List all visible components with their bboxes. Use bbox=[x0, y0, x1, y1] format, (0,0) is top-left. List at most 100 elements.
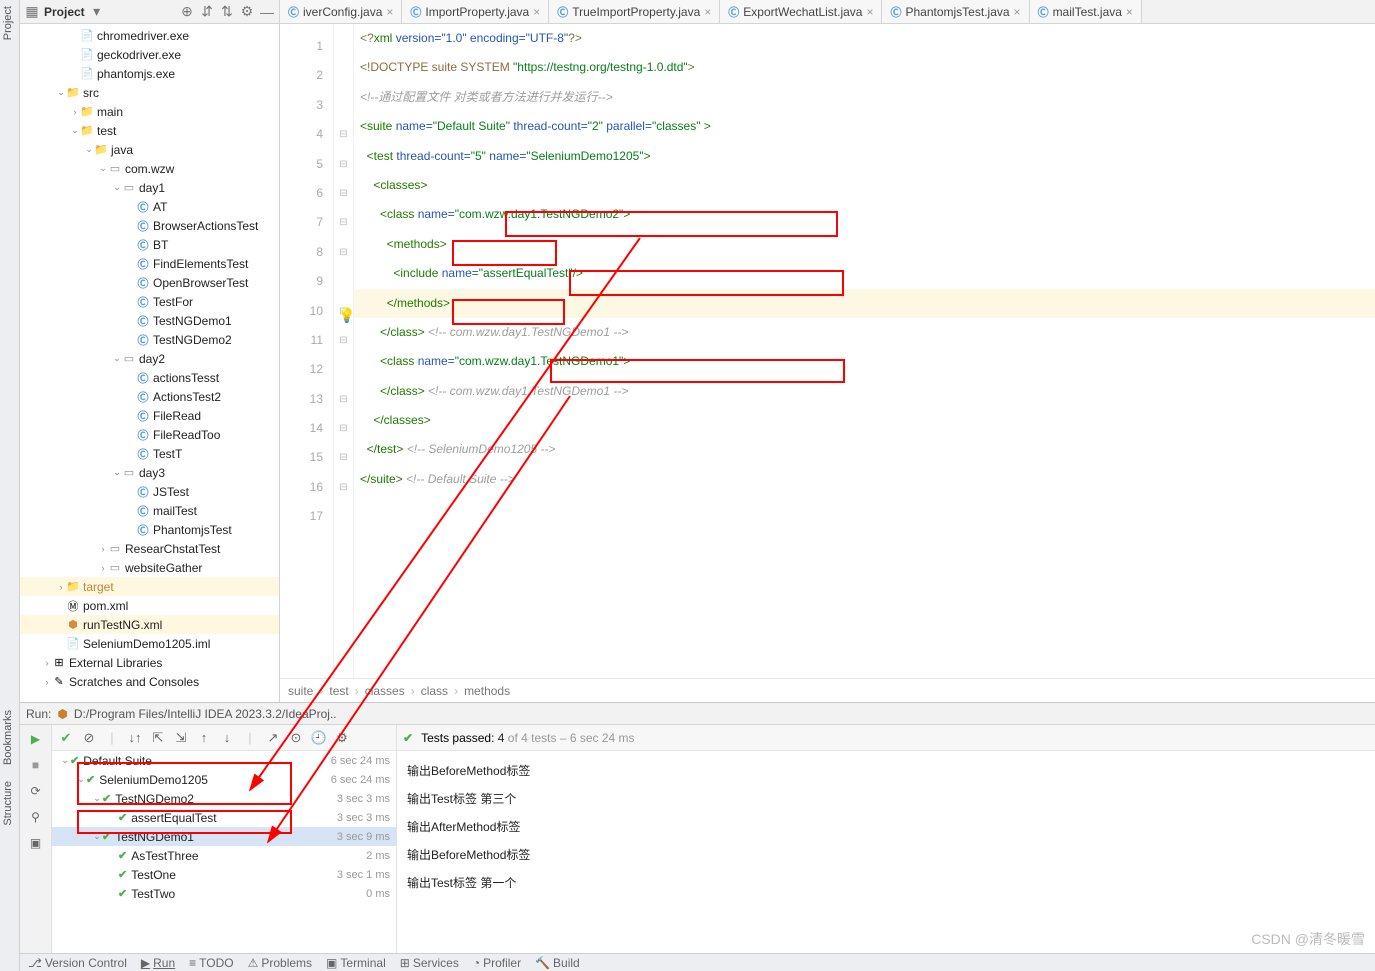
tree-item[interactable]: ›📁main bbox=[20, 102, 279, 121]
expand-icon[interactable]: ⇱ bbox=[148, 728, 168, 748]
tree-item[interactable]: ⌄▭day3 bbox=[20, 463, 279, 482]
tree-item[interactable]: ›✎Scratches and Consoles bbox=[20, 672, 279, 691]
close-icon[interactable]: × bbox=[1126, 5, 1133, 19]
test-row[interactable]: ⌄✔Default Suite6 sec 24 ms bbox=[52, 751, 396, 770]
tree-item[interactable]: ⒸTestT bbox=[20, 444, 279, 463]
bottom-tab-run[interactable]: ▶Run bbox=[141, 956, 175, 970]
close-icon[interactable]: × bbox=[704, 5, 711, 19]
show-passed-icon[interactable]: ✔ bbox=[56, 728, 76, 748]
rerun-button[interactable]: ▶ bbox=[26, 729, 46, 749]
breadcrumb-item[interactable]: methods bbox=[464, 684, 510, 698]
tree-item[interactable]: 📄chromedriver.exe bbox=[20, 26, 279, 45]
bottom-tab-terminal[interactable]: ▣Terminal bbox=[326, 956, 386, 970]
project-tree[interactable]: 📄chromedriver.exe📄geckodriver.exe📄phanto… bbox=[20, 24, 279, 702]
next-icon[interactable]: ↓ bbox=[217, 728, 237, 748]
tree-item[interactable]: ⒸFileRead bbox=[20, 406, 279, 425]
tree-item[interactable]: ⒸBT bbox=[20, 235, 279, 254]
close-icon[interactable]: × bbox=[1014, 5, 1021, 19]
tree-item[interactable]: ⒸTestNGDemo1 bbox=[20, 311, 279, 330]
test-row[interactable]: ✔assertEqualTest3 sec 3 ms bbox=[52, 808, 396, 827]
test-row[interactable]: ✔TestOne3 sec 1 ms bbox=[52, 865, 396, 884]
breadcrumb-item[interactable]: class bbox=[421, 684, 448, 698]
tree-item[interactable]: ⌄▭com.wzw bbox=[20, 159, 279, 178]
intention-bulb-icon[interactable]: 💡 bbox=[338, 301, 355, 330]
bottom-tool-bar[interactable]: ⎇Version Control ▶Run ≡TODO ⚠Problems ▣Termi… bbox=[20, 953, 1375, 971]
tree-item[interactable]: ⒸJSTest bbox=[20, 482, 279, 501]
select-opened-icon[interactable]: ⊕ bbox=[179, 4, 195, 20]
test-row[interactable]: ✔TestTwo0 ms bbox=[52, 884, 396, 903]
collapse-all-icon[interactable]: ⇅ bbox=[219, 4, 235, 20]
bottom-tab-profiler[interactable]: ◔Profiler bbox=[473, 956, 521, 970]
editor-tab[interactable]: ⒸImportProperty.java× bbox=[402, 0, 549, 23]
import-icon[interactable]: ⊙ bbox=[286, 728, 306, 748]
tree-item[interactable]: ›▭ResearChstatTest bbox=[20, 539, 279, 558]
settings-icon[interactable]: ⚙ bbox=[332, 728, 352, 748]
tree-item[interactable]: ⒸmailTest bbox=[20, 501, 279, 520]
stop-button[interactable]: ■ bbox=[26, 755, 46, 775]
dropdown-icon[interactable]: ▾ bbox=[89, 4, 105, 20]
export-icon[interactable]: ↗ bbox=[263, 728, 283, 748]
tree-item[interactable]: 📄SeleniumDemo1205.iml bbox=[20, 634, 279, 653]
breadcrumb-item[interactable]: suite bbox=[288, 684, 313, 698]
layout-button[interactable]: ▣ bbox=[26, 833, 46, 853]
tree-item[interactable]: 📄geckodriver.exe bbox=[20, 45, 279, 64]
breadcrumb-item[interactable]: test bbox=[329, 684, 348, 698]
toggle-auto-button[interactable]: ⟳ bbox=[26, 781, 46, 801]
test-row[interactable]: ⌄✔TestNGDemo23 sec 3 ms bbox=[52, 789, 396, 808]
tree-item[interactable]: ⒸFindElementsTest bbox=[20, 254, 279, 273]
bottom-tab-build[interactable]: 🔨Build bbox=[535, 956, 580, 970]
show-ignored-icon[interactable]: ⊘ bbox=[79, 728, 99, 748]
tree-item[interactable]: ⌄▭day2 bbox=[20, 349, 279, 368]
code-editor[interactable]: 1234567891011121314151617 ⊟⊟⊟⊟⊟⊟⊟⊟⊟⊟⊟ <?… bbox=[280, 24, 1375, 678]
tree-item[interactable]: ⒸPhantomjsTest bbox=[20, 520, 279, 539]
tree-item[interactable]: ⒸactionsTesst bbox=[20, 368, 279, 387]
tree-item[interactable]: ⒸBrowserActionsTest bbox=[20, 216, 279, 235]
editor-tab[interactable]: ⒸiverConfig.java× bbox=[280, 0, 402, 23]
tree-item[interactable]: ⌄📁src bbox=[20, 83, 279, 102]
tree-item[interactable]: ⒸFileReadToo bbox=[20, 425, 279, 444]
sort-icon[interactable]: ↓↑ bbox=[125, 728, 145, 748]
close-icon[interactable]: × bbox=[533, 5, 540, 19]
test-row[interactable]: ⌄✔SeleniumDemo12056 sec 24 ms bbox=[52, 770, 396, 789]
close-icon[interactable]: × bbox=[866, 5, 873, 19]
project-vtab[interactable]: Project bbox=[0, 0, 16, 46]
code-body[interactable]: <?xml version="1.0" encoding="UTF-8"?><!… bbox=[354, 24, 1375, 678]
tree-item[interactable]: ›📁target bbox=[20, 577, 279, 596]
editor-tab[interactable]: ⒸExportWechatList.java× bbox=[720, 0, 882, 23]
tree-item[interactable]: ⌄📁test bbox=[20, 121, 279, 140]
history-icon[interactable]: 🕘 bbox=[309, 728, 329, 748]
prev-icon[interactable]: ↑ bbox=[194, 728, 214, 748]
bookmarks-vtab[interactable]: Bookmarks bbox=[0, 702, 16, 773]
collapse-icon[interactable]: ⇲ bbox=[171, 728, 191, 748]
editor-breadcrumb[interactable]: suite›test›classes›class›methods bbox=[280, 678, 1375, 702]
editor-tab[interactable]: ⒸTrueImportProperty.java× bbox=[549, 0, 720, 23]
tree-item[interactable]: ⌄📁java bbox=[20, 140, 279, 159]
tree-item[interactable]: ⒸTestNGDemo2 bbox=[20, 330, 279, 349]
editor-tab[interactable]: ⒸPhantomjsTest.java× bbox=[882, 0, 1029, 23]
editor-tab[interactable]: ⒸmailTest.java× bbox=[1030, 0, 1142, 23]
gear-icon[interactable]: ⚙ bbox=[239, 4, 255, 20]
tree-item[interactable]: ⒸActionsTest2 bbox=[20, 387, 279, 406]
tree-item[interactable]: ⒸOpenBrowserTest bbox=[20, 273, 279, 292]
tree-item[interactable]: ⬢runTestNG.xml bbox=[20, 615, 279, 634]
structure-vtab[interactable]: Structure bbox=[0, 773, 16, 834]
hide-icon[interactable]: — bbox=[259, 4, 275, 20]
tree-item[interactable]: ›⊞External Libraries bbox=[20, 653, 279, 672]
expand-all-icon[interactable]: ⇵ bbox=[199, 4, 215, 20]
test-tree[interactable]: ⌄✔Default Suite6 sec 24 ms⌄✔SeleniumDemo… bbox=[52, 751, 396, 953]
test-row[interactable]: ⌄✔TestNGDemo13 sec 9 ms bbox=[52, 827, 396, 846]
fold-gutter[interactable]: ⊟⊟⊟⊟⊟⊟⊟⊟⊟⊟⊟ bbox=[334, 24, 354, 678]
console-output[interactable]: 输出BeforeMethod标签输出Test标签 第三个输出AfterMetho… bbox=[397, 751, 1375, 953]
bottom-tab-problems[interactable]: ⚠Problems bbox=[248, 956, 312, 970]
bottom-tab-services[interactable]: ⊞Services bbox=[400, 956, 459, 970]
editor-tab-bar[interactable]: ⒸiverConfig.java×ⒸImportProperty.java×ⒸT… bbox=[280, 0, 1375, 24]
tree-item[interactable]: ⒸTestFor bbox=[20, 292, 279, 311]
tree-item[interactable]: 📄phantomjs.exe bbox=[20, 64, 279, 83]
bottom-tab-version-control[interactable]: ⎇Version Control bbox=[28, 956, 127, 970]
pin-button[interactable]: ⚲ bbox=[26, 807, 46, 827]
tree-item[interactable]: ›▭websiteGather bbox=[20, 558, 279, 577]
bottom-tab-todo[interactable]: ≡TODO bbox=[189, 956, 233, 970]
test-row[interactable]: ✔AsTestThree2 ms bbox=[52, 846, 396, 865]
breadcrumb-item[interactable]: classes bbox=[365, 684, 405, 698]
tree-item[interactable]: ⌄▭day1 bbox=[20, 178, 279, 197]
